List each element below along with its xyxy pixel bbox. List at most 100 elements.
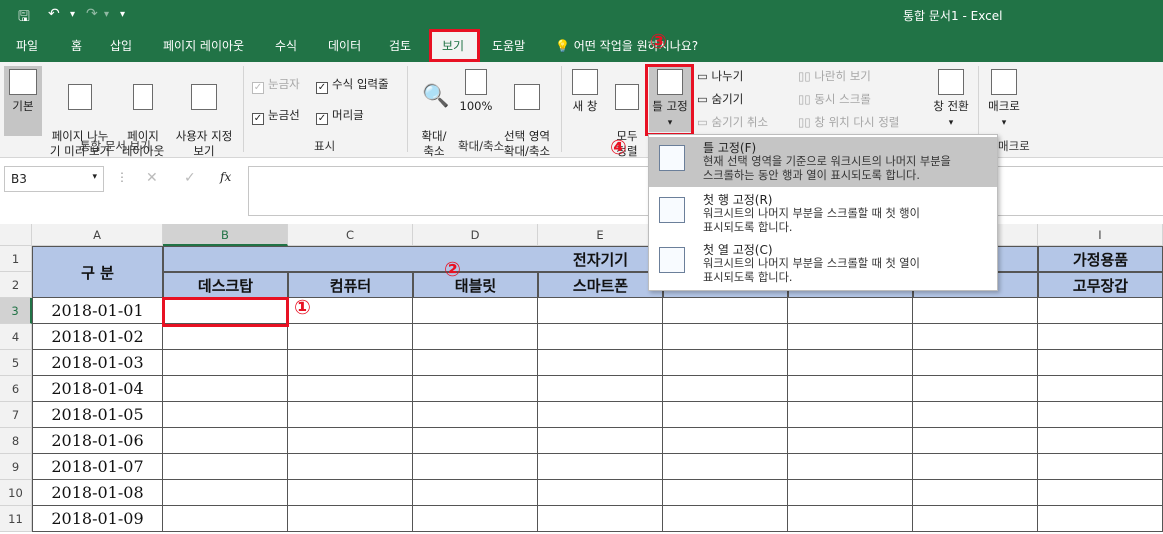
data-cell[interactable]: [538, 402, 663, 428]
sync-scroll-button[interactable]: ▯▯ 동시 스크롤: [798, 91, 871, 107]
cell-d2[interactable]: 태블릿: [413, 272, 538, 298]
data-cell[interactable]: [913, 402, 1038, 428]
data-cell[interactable]: [288, 506, 413, 532]
data-cell[interactable]: [1038, 506, 1163, 532]
date-cell[interactable]: 2018-01-03: [32, 350, 163, 376]
data-cell[interactable]: [663, 324, 788, 350]
tab-file[interactable]: 파일: [16, 30, 38, 62]
zoom-button[interactable]: 🔍 확대/ 축소: [414, 69, 454, 159]
data-cell[interactable]: [1038, 350, 1163, 376]
tab-formulas[interactable]: 수식: [275, 30, 297, 62]
data-cell[interactable]: [788, 454, 913, 480]
data-cell[interactable]: [163, 298, 288, 324]
data-cell[interactable]: [538, 324, 663, 350]
normal-view-button[interactable]: 기본: [4, 66, 42, 136]
data-cell[interactable]: [288, 480, 413, 506]
enter-icon[interactable]: ✓: [184, 170, 196, 186]
data-cell[interactable]: [788, 402, 913, 428]
data-cell[interactable]: [788, 428, 913, 454]
data-cell[interactable]: [413, 298, 538, 324]
data-cell[interactable]: [163, 324, 288, 350]
data-cell[interactable]: [788, 298, 913, 324]
row-header[interactable]: 8: [0, 428, 32, 454]
data-cell[interactable]: [413, 324, 538, 350]
date-cell[interactable]: 2018-01-07: [32, 454, 163, 480]
data-cell[interactable]: [788, 480, 913, 506]
cancel-icon[interactable]: ✕: [146, 170, 158, 186]
cell-b2[interactable]: 데스크탑: [163, 272, 288, 298]
menu-item-freeze-top-row[interactable]: 첫 행 고정(R) 워크시트의 나머지 부분을 스크롤할 때 첫 행이 표시되도…: [649, 189, 997, 239]
column-header[interactable]: E: [538, 224, 663, 246]
data-cell[interactable]: [1038, 402, 1163, 428]
data-cell[interactable]: [913, 298, 1038, 324]
data-cell[interactable]: [663, 298, 788, 324]
data-cell[interactable]: [788, 376, 913, 402]
data-cell[interactable]: [913, 454, 1038, 480]
row-header[interactable]: 7: [0, 402, 32, 428]
reset-window-button[interactable]: ▯▯ 창 위치 다시 정렬: [798, 114, 899, 130]
data-cell[interactable]: [1038, 376, 1163, 402]
row-header[interactable]: 10: [0, 480, 32, 506]
cell-e2[interactable]: 스마트폰: [538, 272, 663, 298]
data-cell[interactable]: [413, 350, 538, 376]
data-cell[interactable]: [663, 376, 788, 402]
data-cell[interactable]: [788, 324, 913, 350]
row-header[interactable]: 5: [0, 350, 32, 376]
tab-help[interactable]: 도움말: [492, 30, 525, 62]
data-cell[interactable]: [288, 376, 413, 402]
cell-group-home[interactable]: 가정용품: [1038, 246, 1163, 272]
row-header[interactable]: 6: [0, 376, 32, 402]
custom-views-button[interactable]: 사용자 지정 보기: [170, 69, 238, 159]
data-cell[interactable]: [163, 428, 288, 454]
data-cell[interactable]: [663, 506, 788, 532]
data-cell[interactable]: [413, 428, 538, 454]
data-cell[interactable]: [1038, 298, 1163, 324]
date-cell[interactable]: 2018-01-09: [32, 506, 163, 532]
row-header[interactable]: 9: [0, 454, 32, 480]
headings-checkbox[interactable]: ✓ 머리글: [316, 107, 364, 125]
unhide-button[interactable]: ▭ 숨기기 취소: [697, 114, 768, 130]
data-cell[interactable]: [538, 480, 663, 506]
data-cell[interactable]: [1038, 480, 1163, 506]
data-cell[interactable]: [913, 428, 1038, 454]
row-header[interactable]: 11: [0, 506, 32, 532]
data-cell[interactable]: [288, 350, 413, 376]
hide-button[interactable]: ▭ 숨기기: [697, 91, 743, 107]
redo-dropdown-icon[interactable]: ▾: [104, 9, 109, 20]
row-header[interactable]: 2: [0, 272, 32, 298]
view-side-by-side-button[interactable]: ▯▯ 나란히 보기: [798, 68, 871, 84]
data-cell[interactable]: [413, 506, 538, 532]
formula-bar-checkbox[interactable]: ✓ 수식 입력줄: [316, 76, 389, 94]
data-cell[interactable]: [413, 454, 538, 480]
data-cell[interactable]: [538, 454, 663, 480]
insert-function-icon[interactable]: fx: [220, 170, 231, 184]
zoom-100-button[interactable]: 100%: [458, 69, 494, 114]
data-cell[interactable]: [913, 350, 1038, 376]
row-header[interactable]: 1: [0, 246, 32, 272]
column-header[interactable]: I: [1038, 224, 1163, 246]
data-cell[interactable]: [1038, 324, 1163, 350]
cell-i2[interactable]: 고무장갑: [1038, 272, 1163, 298]
data-cell[interactable]: [288, 324, 413, 350]
data-cell[interactable]: [913, 376, 1038, 402]
save-icon[interactable]: 🖫: [18, 6, 30, 30]
date-cell[interactable]: 2018-01-06: [32, 428, 163, 454]
data-cell[interactable]: [288, 454, 413, 480]
macros-button[interactable]: 매크로 ▾: [982, 69, 1026, 131]
data-cell[interactable]: [538, 350, 663, 376]
data-cell[interactable]: [413, 480, 538, 506]
data-cell[interactable]: [288, 402, 413, 428]
date-cell[interactable]: 2018-01-01: [32, 298, 163, 324]
menu-item-freeze-first-column[interactable]: 첫 열 고정(C) 워크시트의 나머지 부분을 스크롤할 때 첫 열이 표시되도…: [649, 239, 997, 289]
column-header[interactable]: C: [288, 224, 413, 246]
column-header[interactable]: A: [32, 224, 163, 246]
data-cell[interactable]: [788, 506, 913, 532]
ruler-checkbox[interactable]: ✓ 눈금자: [252, 76, 300, 94]
data-cell[interactable]: [1038, 454, 1163, 480]
date-cell[interactable]: 2018-01-02: [32, 324, 163, 350]
zoom-to-selection-button[interactable]: 선택 영역 확대/축소: [497, 69, 557, 159]
data-cell[interactable]: [163, 376, 288, 402]
data-cell[interactable]: [413, 376, 538, 402]
data-cell[interactable]: [1038, 428, 1163, 454]
row-header[interactable]: 4: [0, 324, 32, 350]
